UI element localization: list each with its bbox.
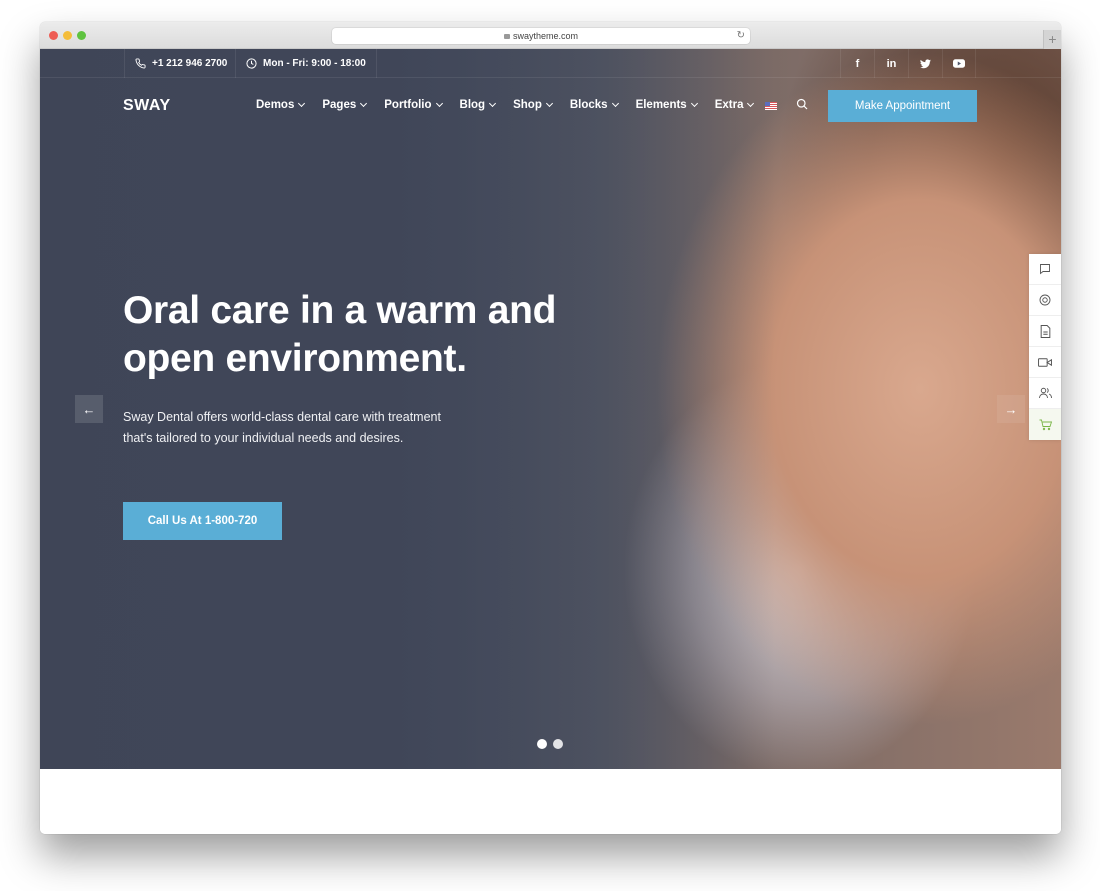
twitter-link[interactable] [908, 49, 942, 78]
hero-description: Sway Dental offers world-class dental ca… [123, 410, 441, 445]
browser-window: swaytheme.com ↻ + +1 212 946 2700 Mon - … [40, 22, 1061, 834]
lock-icon [503, 34, 510, 39]
chevron-down-icon [690, 99, 698, 108]
arrow-left-icon: ← [82, 401, 96, 417]
facebook-icon: f [855, 57, 860, 70]
nav-item-elements[interactable]: Elements [635, 99, 698, 111]
side-toolbar [1029, 254, 1061, 440]
site-logo[interactable]: SWAY [123, 97, 171, 115]
slide-dot-1[interactable] [537, 739, 547, 749]
search-icon[interactable] [796, 98, 808, 110]
nav-label: Demos [256, 99, 295, 111]
hero-headline: Oral care in a warm and open environment… [123, 289, 557, 380]
side-tool-video[interactable] [1029, 347, 1061, 378]
clock-icon [246, 58, 257, 69]
nav-label: Blocks [569, 99, 608, 111]
make-appointment-button[interactable]: Make Appointment [828, 90, 977, 122]
arrow-right-icon: → [1004, 401, 1018, 417]
video-icon [1038, 357, 1052, 367]
side-tool-cart[interactable] [1029, 409, 1061, 440]
slide-dot-2[interactable] [553, 739, 563, 749]
hero-slider: +1 212 946 2700 Mon - Fri: 9:00 - 18:00 … [40, 49, 1061, 769]
linkedin-icon: in [886, 57, 897, 70]
chat-icon [1040, 264, 1050, 275]
main-navbar: SWAY Demos Pages Portfolio Blog Shop Blo… [40, 78, 1061, 135]
nav-label: Blog [459, 99, 486, 111]
nav-item-pages[interactable]: Pages [322, 99, 368, 111]
slider-pagination [537, 739, 563, 749]
linkedin-link[interactable]: in [874, 49, 908, 78]
social-links: f in [840, 49, 976, 78]
nav-item-extra[interactable]: Extra [714, 99, 755, 111]
nav-label: Extra [714, 99, 744, 111]
chevron-down-icon [298, 99, 306, 108]
side-tool-users[interactable] [1029, 378, 1061, 409]
call-us-button[interactable]: Call Us At 1-800-720 [123, 502, 282, 540]
youtube-link[interactable] [942, 49, 976, 78]
new-tab-button[interactable]: + [1043, 30, 1061, 49]
youtube-icon [953, 59, 965, 68]
support-icon [1039, 294, 1051, 306]
address-bar[interactable]: swaytheme.com ↻ [332, 28, 750, 44]
nav-item-blocks[interactable]: Blocks [569, 99, 619, 111]
chevron-down-icon [611, 99, 619, 108]
phone-icon [135, 58, 146, 69]
nav-label: Shop [513, 99, 542, 111]
chevron-down-icon [435, 99, 443, 108]
phone-info[interactable]: +1 212 946 2700 [124, 49, 237, 78]
nav-label: Elements [635, 99, 687, 111]
slide-content: Oral care in a warm and open environment… [123, 287, 643, 449]
main-menu: Demos Pages Portfolio Blog Shop Blocks E… [256, 99, 771, 111]
phone-number: +1 212 946 2700 [152, 58, 228, 69]
nav-label: Pages [322, 99, 357, 111]
chevron-down-icon [747, 99, 755, 108]
nav-item-shop[interactable]: Shop [513, 99, 553, 111]
nav-item-blog[interactable]: Blog [459, 99, 497, 111]
url-text: swaytheme.com [512, 31, 579, 41]
opening-hours: Mon - Fri: 9:00 - 18:00 [263, 58, 366, 69]
us-flag-icon[interactable] [765, 102, 777, 110]
reload-icon[interactable]: ↻ [737, 28, 745, 44]
top-info-bar: +1 212 946 2700 Mon - Fri: 9:00 - 18:00 … [40, 49, 1061, 78]
cart-icon [1039, 419, 1052, 430]
hours-info: Mon - Fri: 9:00 - 18:00 [235, 49, 377, 78]
side-tool-document[interactable] [1029, 316, 1061, 347]
side-tool-chat[interactable] [1029, 254, 1061, 285]
twitter-icon [920, 58, 931, 68]
chevron-down-icon [545, 99, 553, 108]
side-tool-support[interactable] [1029, 285, 1061, 316]
chevron-down-icon [489, 99, 497, 108]
nav-item-demos[interactable]: Demos [256, 99, 306, 111]
facebook-link[interactable]: f [840, 49, 874, 78]
close-window-button[interactable] [49, 31, 58, 40]
browser-titlebar: swaytheme.com ↻ + [40, 22, 1061, 49]
users-icon [1038, 387, 1052, 399]
chevron-down-icon [360, 99, 368, 108]
maximize-window-button[interactable] [77, 31, 86, 40]
nav-item-portfolio[interactable]: Portfolio [384, 99, 443, 111]
minimize-window-button[interactable] [63, 31, 72, 40]
document-icon [1040, 324, 1050, 338]
page-content-below [40, 769, 1061, 834]
previous-slide-button[interactable]: ← [75, 395, 103, 423]
next-slide-button[interactable]: → [997, 395, 1025, 423]
nav-label: Portfolio [384, 99, 432, 111]
